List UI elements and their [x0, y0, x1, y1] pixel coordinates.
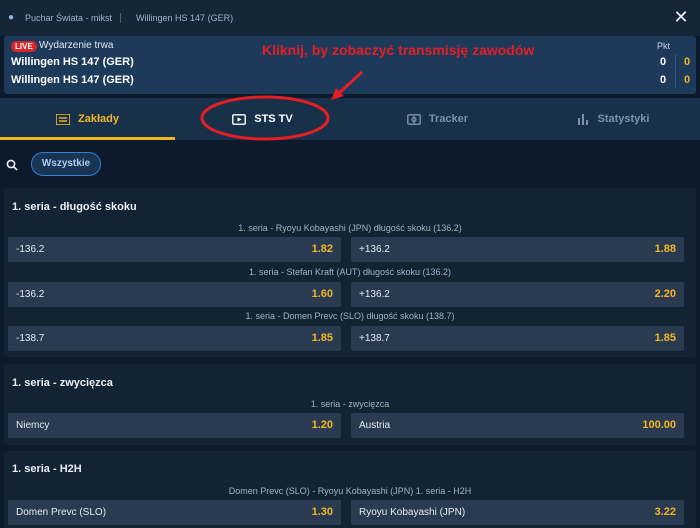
- market-section: 1. seria - H2H Domen Prevc (SLO) - Ryoyu…: [4, 451, 696, 528]
- section-title: 1. seria - H2H: [12, 463, 82, 475]
- tab-label: Statystyki: [597, 113, 650, 125]
- odds-value: 1.85: [311, 332, 333, 344]
- live-status: Wydarzenie trwa: [39, 40, 114, 51]
- annotation-text: Kliknij, by zobaczyć transmisję zawodów: [262, 42, 535, 58]
- score-total: 0: [660, 74, 667, 86]
- team-name: Willingen HS 147 (GER): [11, 56, 134, 68]
- odds-label: +136.2: [359, 244, 390, 255]
- odds-label: -138.7: [16, 333, 45, 344]
- points-header: Pkt: [657, 41, 671, 51]
- score-total: 0: [660, 56, 667, 68]
- market-subtitle: 1. seria - Domen Prevc (SLO) długość sko…: [245, 311, 455, 321]
- tracker-icon: [407, 113, 421, 125]
- breadcrumb-competition[interactable]: Puchar Świata - mikst: [25, 13, 112, 23]
- market-subtitle: 1. seria - zwycięzca: [310, 399, 390, 409]
- score-current: 0: [684, 74, 691, 86]
- odds-button[interactable]: -136.2 1.60: [8, 282, 341, 307]
- market-subtitle: 1. seria - Stefan Kraft (AUT) długość sk…: [248, 267, 452, 277]
- market-section: 1. seria - zwycięzca 1. seria - zwycięzc…: [4, 364, 696, 445]
- odds-value: 1.60: [311, 288, 333, 300]
- score-divider: [675, 54, 676, 88]
- market-subtitle: 1. seria - Ryoyu Kobayashi (JPN) długość…: [238, 223, 462, 233]
- filter-bar: Wszystkie: [0, 148, 700, 180]
- odds-label: +136.2: [359, 289, 390, 300]
- close-icon[interactable]: ✕: [670, 6, 692, 28]
- list-icon: [56, 113, 71, 125]
- breadcrumb-separator: [120, 13, 122, 23]
- odds-value: 1.20: [311, 419, 333, 431]
- filter-chip-all[interactable]: Wszystkie: [31, 152, 101, 176]
- odds-value: 1.88: [654, 243, 676, 255]
- odds-button[interactable]: -136.2 1.82: [8, 237, 341, 262]
- tab-tracker[interactable]: Tracker: [350, 98, 525, 140]
- tab-label: Tracker: [428, 113, 469, 125]
- odds-label: -136.2: [16, 289, 45, 300]
- odds-button[interactable]: Austria 100.00: [351, 413, 684, 438]
- score-current: 0: [684, 56, 691, 68]
- tab-bets[interactable]: Zakłady: [0, 98, 175, 140]
- market-section: 1. seria - długość skoku 1. seria - Ryoy…: [4, 188, 696, 357]
- tab-bar: Zakłady STS TV Tracker Statystyki: [0, 98, 700, 140]
- odds-button[interactable]: -138.7 1.85: [8, 326, 341, 351]
- live-badge: LIVE: [11, 41, 37, 52]
- tab-sts-tv[interactable]: STS TV: [175, 98, 350, 140]
- sport-ball-icon: ●: [8, 12, 15, 23]
- section-title: 1. seria - długość skoku: [12, 201, 137, 213]
- odds-value: 1.82: [311, 243, 333, 255]
- odds-button[interactable]: Ryoyu Kobayashi (JPN) 3.22: [351, 500, 684, 525]
- odds-button[interactable]: +138.7 1.85: [351, 326, 684, 351]
- section-title: 1. seria - zwycięzca: [12, 377, 113, 389]
- odds-value: 3.22: [654, 506, 676, 518]
- odds-label: Ryoyu Kobayashi (JPN): [359, 507, 466, 518]
- odds-button[interactable]: Niemcy 1.20: [8, 413, 341, 438]
- stats-icon: [577, 113, 588, 125]
- top-bar: ● Puchar Świata - mikst Willingen HS 147…: [0, 0, 700, 36]
- market-subtitle: Domen Prevc (SLO) - Ryoyu Kobayashi (JPN…: [228, 486, 472, 496]
- tab-statistics[interactable]: Statystyki: [525, 98, 700, 140]
- odds-label: Niemcy: [16, 420, 50, 431]
- tv-icon: [232, 113, 247, 125]
- team-name: Willingen HS 147 (GER): [11, 74, 134, 86]
- tab-label: Zakłady: [78, 113, 119, 125]
- odds-value: 2.20: [654, 288, 676, 300]
- odds-label: Austria: [359, 420, 391, 431]
- odds-button[interactable]: +136.2 1.88: [351, 237, 684, 262]
- odds-button[interactable]: +136.2 2.20: [351, 282, 684, 307]
- odds-value: 100.00: [642, 419, 676, 431]
- tab-label: STS TV: [254, 113, 293, 125]
- odds-label: -136.2: [16, 244, 45, 255]
- breadcrumb-event[interactable]: Willingen HS 147 (GER): [136, 13, 233, 23]
- odds-value: 1.85: [654, 332, 676, 344]
- odds-button[interactable]: Domen Prevc (SLO) 1.30: [8, 500, 341, 525]
- odds-label: +138.7: [359, 333, 390, 344]
- search-icon[interactable]: [6, 159, 18, 171]
- odds-label: Domen Prevc (SLO): [16, 507, 107, 518]
- odds-value: 1.30: [311, 506, 333, 518]
